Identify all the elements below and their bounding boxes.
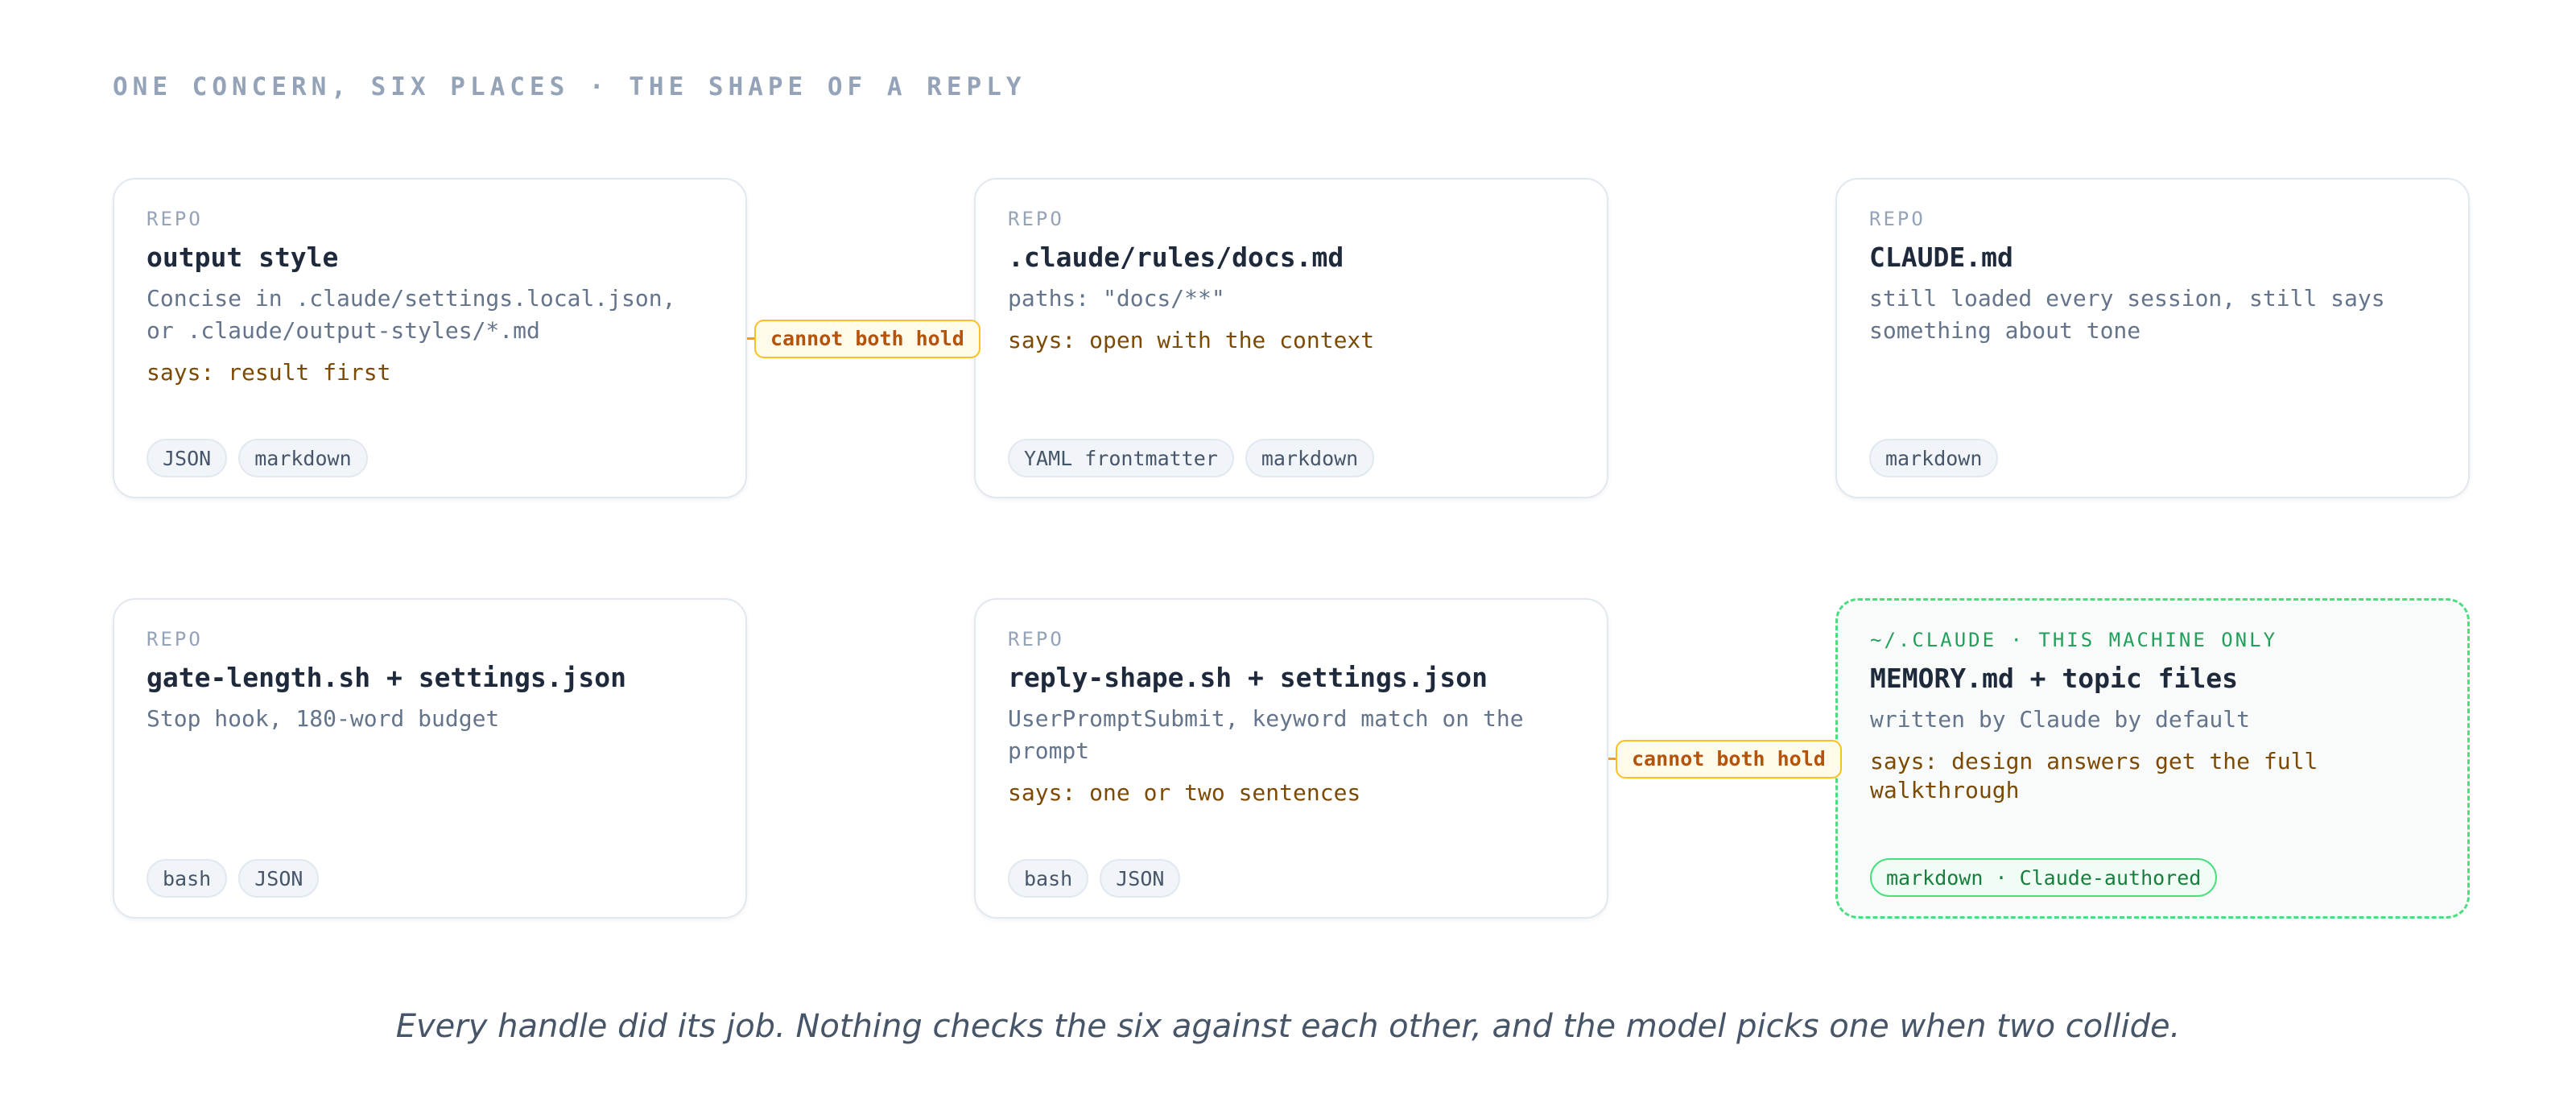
format-tag: JSON [238,859,320,898]
format-tag: bash [147,859,228,898]
format-tag: markdown [1245,439,1375,477]
card-description: paths: "docs/**" [1008,285,1225,312]
card-output-style: REPO output style Concise in .claude/set… [113,178,747,498]
card-claude-md: REPO CLAUDE.md still loaded every sessio… [1835,178,2470,498]
card-says: says: open with the context [1008,327,1375,353]
card-title: MEMORY.md + topic files [1870,663,2238,694]
card-scope: REPO [147,208,203,230]
card-description: Concise in .claude/settings.local.json, … [147,285,676,344]
card-tags: bash JSON [1008,859,1181,898]
card-scope: REPO [1869,208,1926,230]
format-tag: JSON [1100,859,1181,898]
conflict-label: cannot both hold [754,320,980,358]
format-tag: markdown [1869,439,1999,477]
card-title: .claude/rules/docs.md [1008,242,1344,273]
card-says: says: one or two sentences [1008,779,1361,806]
card-scope: REPO [1008,208,1064,230]
format-tag: JSON [147,439,228,477]
card-rules-docs: REPO .claude/rules/docs.md paths: "docs/… [974,178,1608,498]
card-tags: markdown [1869,439,1999,477]
card-scope: REPO [1008,628,1064,650]
card-gate-length: REPO gate-length.sh + settings.json Stop… [113,598,747,919]
diagram-heading: ONE CONCERN, SIX PLACES · THE SHAPE OF A… [113,72,1026,101]
diagram-caption: Every handle did its job. Nothing checks… [395,1008,2181,1045]
card-tags: YAML frontmatter markdown [1008,439,1375,477]
format-tag: YAML frontmatter [1008,439,1234,477]
conflict-label: cannot both hold [1616,740,1842,779]
card-scope: REPO [147,628,203,650]
card-description: still loaded every session, still says s… [1869,285,2385,344]
card-description: written by Claude by default [1870,706,2251,733]
card-title: gate-length.sh + settings.json [147,662,627,693]
card-description: UserPromptSubmit, keyword match on the p… [1008,705,1524,764]
card-tags: markdown · Claude-authored [1870,858,2218,897]
card-memory-md: ~/.CLAUDE · THIS MACHINE ONLY MEMORY.md … [1835,598,2470,919]
format-tag: markdown [238,439,368,477]
card-scope: ~/.CLAUDE · THIS MACHINE ONLY [1870,629,2278,651]
format-tag: bash [1008,859,1089,898]
card-description: Stop hook, 180-word budget [147,705,500,732]
card-tags: bash JSON [147,859,320,898]
card-title: CLAUDE.md [1869,242,2013,273]
card-says: says: result first [147,359,391,386]
card-tags: JSON markdown [147,439,368,477]
card-says: says: design answers get the full walkth… [1870,748,2318,803]
format-tag: markdown · Claude-authored [1870,858,2218,897]
card-reply-shape: REPO reply-shape.sh + settings.json User… [974,598,1608,919]
card-title: output style [147,242,339,273]
card-title: reply-shape.sh + settings.json [1008,662,1488,693]
